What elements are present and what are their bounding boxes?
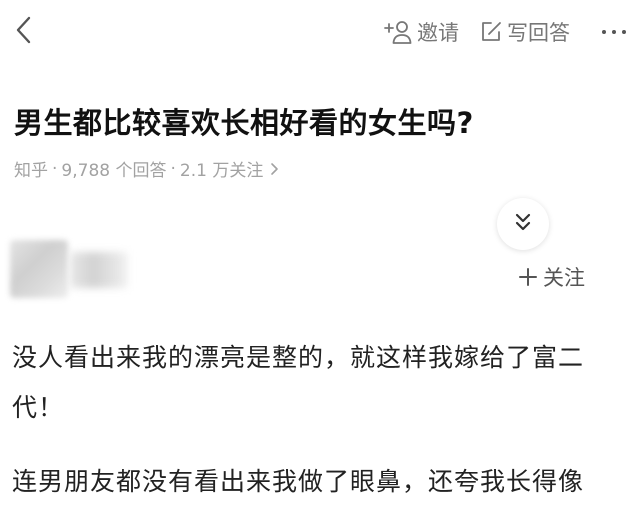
answer-body[interactable]: 没人看出来我的漂亮是整的，就这样我嫁给了富二代！ 连男朋友都没有看出来我做了眼鼻… <box>12 333 628 506</box>
plus-icon <box>519 268 537 286</box>
author-name[interactable] <box>70 252 128 288</box>
invite-label: 邀请 <box>417 21 459 45</box>
more-dot-icon <box>622 30 626 34</box>
edit-icon <box>479 20 503 44</box>
answer-author-row: 关注 <box>0 230 640 310</box>
follow-button[interactable]: 关注 <box>519 259 585 295</box>
page: 邀请 写回答 男生都比较喜欢长相好看的女生吗? 知乎 · 9,788 个回答 ·… <box>0 0 640 506</box>
question-title[interactable]: 男生都比较喜欢长相好看的女生吗? <box>14 100 474 142</box>
chevron-right-icon <box>269 162 279 176</box>
more-dot-icon <box>612 30 616 34</box>
followers-count: 2.1 万关注 <box>179 161 264 181</box>
top-actions: 邀请 写回答 <box>363 15 628 49</box>
answers-count: 9,788 个回答 <box>61 161 167 181</box>
top-bar: 邀请 写回答 <box>0 0 640 66</box>
write-answer-label: 写回答 <box>507 21 570 45</box>
write-answer-button[interactable]: 写回答 <box>479 17 570 47</box>
add-person-icon <box>383 19 413 45</box>
more-options-button[interactable] <box>600 24 628 40</box>
invite-button[interactable]: 邀请 <box>383 17 459 47</box>
answer-paragraph: 连男朋友都没有看出来我做了眼鼻，还夸我长得像 <box>12 467 585 496</box>
follow-label: 关注 <box>543 266 585 290</box>
avatar[interactable] <box>10 240 68 298</box>
question-source: 知乎 <box>14 161 48 181</box>
question-meta[interactable]: 知乎 · 9,788 个回答 · 2.1 万关注 <box>14 156 279 181</box>
answer-paragraph: 没人看出来我的漂亮是整的，就这样我嫁给了富二代！ <box>12 343 585 422</box>
chevron-left-icon <box>12 15 36 49</box>
back-button[interactable] <box>4 12 44 52</box>
more-dot-icon <box>602 30 606 34</box>
